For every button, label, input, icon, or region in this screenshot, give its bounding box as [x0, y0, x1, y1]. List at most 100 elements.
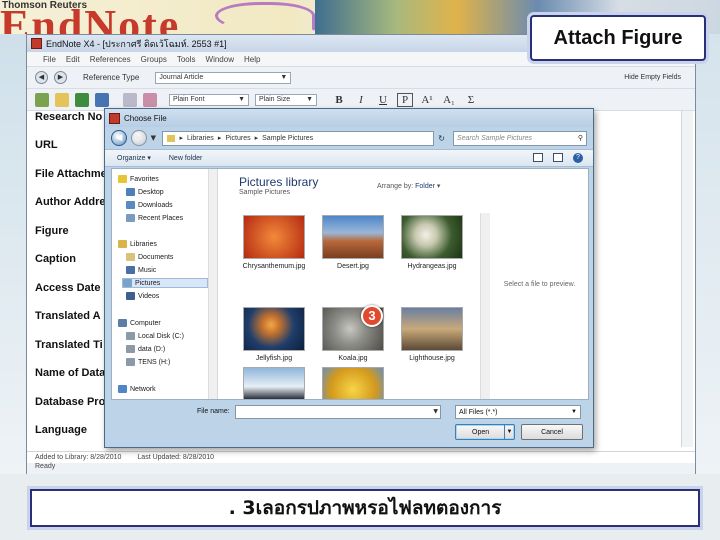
folder-icon [167, 134, 176, 142]
drive-icon [126, 332, 135, 340]
plain-button[interactable]: P [397, 92, 413, 107]
font-select[interactable]: Plain Font ▼ [169, 93, 249, 106]
paint-icon[interactable] [35, 92, 49, 107]
nav-music[interactable]: Music [126, 266, 156, 274]
menu-help[interactable]: Help [244, 55, 260, 64]
field-file-attachments: File Attachme [35, 168, 107, 180]
field-database-provider: Database Pro [35, 396, 106, 408]
menu-references[interactable]: References [90, 55, 131, 64]
size-value: Plain Size [259, 96, 291, 103]
italic-button[interactable]: I [353, 94, 369, 106]
search-icon: ⚲ [577, 135, 583, 142]
field-language: Language [35, 424, 87, 436]
arrange-by[interactable]: Arrange by: Folder ▾ [377, 182, 440, 190]
attach-file-icon[interactable] [123, 92, 137, 107]
subscript-button[interactable]: A₁ [441, 94, 457, 106]
file-list-scrollbar[interactable] [480, 213, 490, 399]
recent-locations-dropdown[interactable]: ▼ [151, 134, 159, 142]
nav-label: Videos [138, 292, 160, 300]
nav-documents[interactable]: Documents [126, 253, 173, 261]
breadcrumb-separator: ▸ [254, 135, 259, 142]
preview-pane-icon[interactable] [553, 153, 563, 162]
hide-empty-fields-toggle[interactable]: Hide Empty Fields [624, 74, 681, 81]
check-icon[interactable] [75, 92, 89, 107]
dialog-navigation: ◀ ▶ ▼ ▸ Libraries ▸ Pictures ▸ Sample Pi… [105, 127, 593, 149]
field-access-date: Access Date [35, 282, 101, 294]
change-view-icon[interactable] [533, 153, 543, 162]
menu-groups[interactable]: Groups [141, 55, 167, 64]
file-name-koala: Koala.jpg [338, 355, 368, 362]
file-name-desert: Desert.jpg [337, 263, 369, 270]
menu-window[interactable]: Window [206, 55, 234, 64]
new-folder-button[interactable]: New folder [169, 155, 202, 162]
reference-type-select[interactable]: Journal Article ▼ [155, 71, 292, 84]
nav-downloads[interactable]: Downloads [126, 201, 173, 209]
forward-button[interactable]: ▶ [130, 130, 147, 146]
open-label: Open [472, 428, 490, 436]
insert-citation-icon[interactable] [95, 92, 109, 107]
file-name-input[interactable]: ▼ [235, 405, 441, 419]
size-select[interactable]: Plain Size ▼ [255, 93, 317, 106]
nav-network[interactable]: Network [118, 385, 156, 393]
back-reference-button[interactable]: ◀ [35, 71, 48, 84]
arrange-by-value: Folder [415, 183, 435, 190]
superscript-button[interactable]: A¹ [419, 94, 435, 106]
nav-libraries[interactable]: Libraries [118, 240, 157, 248]
organize-menu[interactable]: Organize ▾ [117, 154, 151, 162]
endnote-app-icon [109, 112, 120, 124]
nav-label: TENS (H:) [138, 358, 171, 366]
nav-local-disk-c[interactable]: Local Disk (C:) [126, 332, 184, 340]
attach-figure-icon[interactable] [143, 92, 157, 107]
nav-favorites[interactable]: Favorites [118, 175, 159, 183]
drive-icon [126, 345, 135, 353]
thumbnail-lighthouse[interactable] [401, 307, 463, 351]
bold-button[interactable]: B [331, 94, 347, 106]
nav-label: Downloads [138, 201, 173, 209]
cancel-button[interactable]: Cancel [521, 424, 583, 440]
address-bar[interactable]: ▸ Libraries ▸ Pictures ▸ Sample Pictures [162, 130, 435, 146]
search-input[interactable]: Search Sample Pictures ⚲ [452, 130, 587, 146]
file-type-filter[interactable]: All Files (*.*) ▼ [455, 405, 581, 419]
thumbnail-penguins[interactable] [243, 367, 305, 399]
nav-tens-h[interactable]: TENS (H:) [126, 358, 170, 366]
thumbnail-desert[interactable] [322, 215, 384, 259]
library-title: Pictures library [239, 175, 319, 189]
back-button[interactable]: ◀ [111, 130, 127, 146]
thumbnail-chrysanthemum[interactable] [243, 215, 305, 259]
nav-computer[interactable]: Computer [118, 319, 161, 327]
help-icon[interactable]: ? [573, 153, 583, 163]
forward-reference-button[interactable]: ▶ [54, 71, 67, 84]
symbol-button[interactable]: Σ [463, 94, 479, 106]
menu-tools[interactable]: Tools [177, 55, 196, 64]
breadcrumb-sample-pictures[interactable]: Sample Pictures [262, 135, 313, 142]
navigation-scrollbar[interactable] [208, 169, 217, 399]
attach-figure-callout: Attach Figure [530, 15, 706, 61]
nav-pictures[interactable]: Pictures [122, 278, 208, 288]
folder-icon[interactable] [55, 92, 69, 107]
nav-recent-places[interactable]: Recent Places [126, 214, 183, 222]
breadcrumb-separator: ▸ [179, 135, 183, 142]
menu-file[interactable]: File [43, 55, 56, 64]
open-dropdown-button[interactable]: ▼ [504, 425, 514, 439]
refresh-icon[interactable]: ↻ [438, 134, 445, 143]
preview-pane: Select a file to preview. [503, 280, 576, 288]
thumbnail-jellyfish[interactable] [243, 307, 305, 351]
nav-desktop[interactable]: Desktop [126, 188, 164, 196]
underline-button[interactable]: U [375, 94, 391, 106]
file-type-value: All Files (*.*) [459, 408, 498, 416]
reference-type-value: Journal Article [159, 74, 204, 81]
chevron-down-icon: ▼ [306, 96, 313, 103]
thumbnail-hydrangeas[interactable] [401, 215, 463, 259]
music-icon [126, 266, 135, 274]
nav-videos[interactable]: Videos [126, 292, 159, 300]
library-subtitle: Sample Pictures [239, 189, 290, 196]
dialog-footer: File name: ▼ All Files (*.*) ▼ Open ▼ Ca… [111, 402, 589, 446]
nav-data-d[interactable]: data (D:) [126, 345, 165, 353]
field-translated-author: Translated A [35, 310, 101, 322]
breadcrumb-libraries[interactable]: Libraries [187, 135, 214, 142]
breadcrumb-pictures[interactable]: Pictures [225, 135, 250, 142]
menu-edit[interactable]: Edit [66, 55, 80, 64]
thumbnail-tulips[interactable] [322, 367, 384, 399]
endnote-scrollbar[interactable] [681, 111, 693, 447]
open-button[interactable]: Open ▼ [455, 424, 515, 440]
